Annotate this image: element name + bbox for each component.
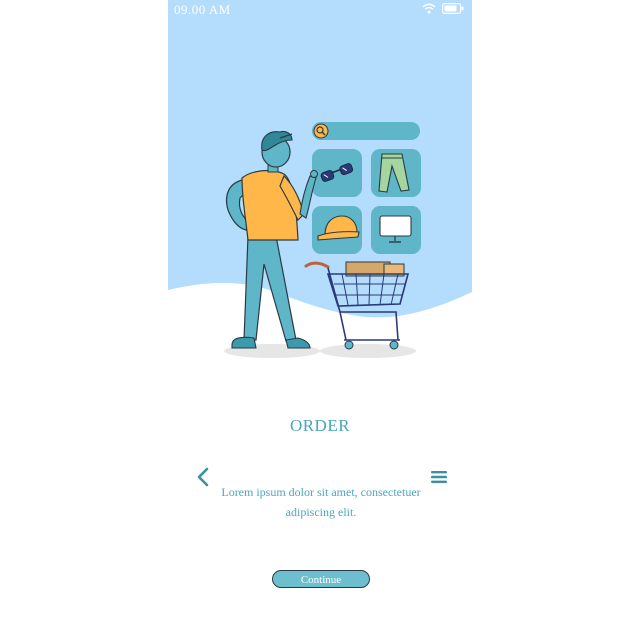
page-title: ORDER (289, 416, 351, 435)
shopping-illustration (168, 0, 472, 358)
description-text: Lorem ipsum dolor sit amet, consectetuer… (221, 485, 421, 519)
wifi-icon (422, 3, 436, 14)
product-tile-glasses (312, 149, 362, 197)
product-tile-monitor (371, 206, 421, 254)
continue-button[interactable]: Continue (272, 570, 370, 588)
cart-shadow (320, 344, 416, 358)
status-bar: 09.00 AM (168, 0, 472, 20)
status-time: 09.00 AM (174, 2, 231, 17)
search-bar (312, 122, 420, 140)
product-tile-pants (371, 149, 421, 197)
battery-icon (442, 3, 464, 14)
phone-screen: 09.00 AM ORDER Lorem ipsum dolor sit ame… (168, 0, 472, 640)
product-tile-cap (312, 206, 362, 254)
